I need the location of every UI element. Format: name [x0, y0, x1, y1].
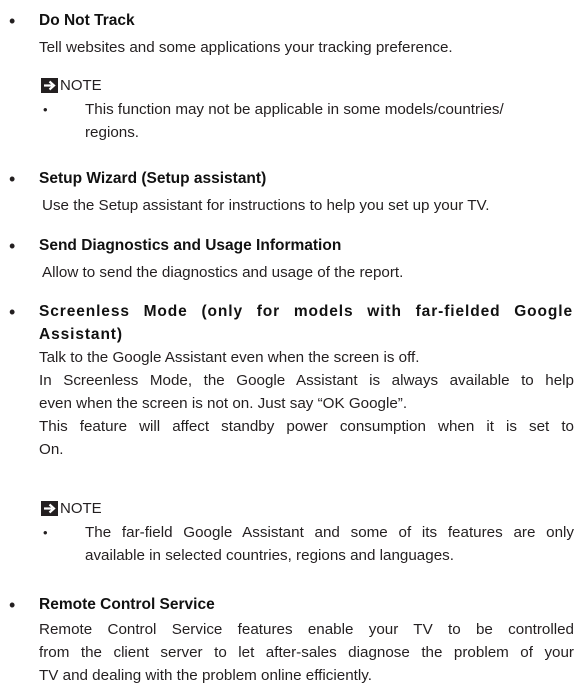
section-title: Do Not Track: [39, 12, 135, 29]
note-line: The far-field Google Assistant and some …: [85, 524, 574, 541]
section-title: Setup Wizard (Setup assistant): [39, 170, 267, 187]
note-line: This function may not be applicable in s…: [85, 101, 504, 118]
note-line: regions.: [85, 124, 140, 141]
note-heading: NOTE: [41, 77, 102, 94]
section-description: Remote Control Service features enable y…: [39, 618, 574, 687]
section-description: Use the Setup assistant for instructions…: [42, 194, 577, 217]
description-line: even when the screen is not on. Just say…: [39, 395, 408, 412]
section-title: Send Diagnostics and Usage Information: [39, 237, 342, 254]
description-line: Tell websites and some applications your…: [39, 39, 453, 56]
bullet: •: [9, 169, 16, 189]
note-line: available in selected countries, regions…: [85, 547, 454, 564]
note-bullet: •: [43, 102, 48, 117]
description-line: Allow to send the diagnostics and usage …: [42, 264, 404, 281]
section-description: Talk to the Google Assistant even when t…: [39, 346, 574, 461]
manual-page: • Do Not Track Tell websites and some ap…: [0, 0, 577, 691]
description-line: In Screenless Mode, the Google Assistant…: [39, 372, 574, 389]
bullet: •: [9, 302, 16, 322]
section-title: Remote Control Service: [39, 596, 215, 613]
section-description: Allow to send the diagnostics and usage …: [42, 261, 577, 284]
section-description: Tell websites and some applications your…: [39, 36, 574, 59]
description-line: from the client server to let after-sale…: [39, 644, 574, 661]
note-label: NOTE: [60, 500, 102, 517]
bullet: •: [9, 236, 16, 256]
description-line: Remote Control Service features enable y…: [39, 621, 574, 638]
note-heading: NOTE: [41, 500, 102, 517]
arrow-box-icon: [41, 78, 58, 93]
description-line: On.: [39, 441, 64, 458]
note-text: This function may not be applicable in s…: [85, 98, 574, 144]
section-title: Screenless Mode (only for models with fa…: [39, 300, 573, 346]
description-line: Use the Setup assistant for instructions…: [42, 197, 490, 214]
title-line: Assistant): [39, 326, 123, 343]
bullet: •: [9, 11, 16, 31]
title-line: Screenless Mode (only for models with fa…: [39, 303, 573, 320]
description-line: Talk to the Google Assistant even when t…: [39, 349, 420, 366]
bullet: •: [9, 595, 16, 615]
note-bullet: •: [43, 525, 48, 540]
description-line: This feature will affect standby power c…: [39, 418, 574, 435]
description-line: TV and dealing with the problem online e…: [39, 667, 372, 684]
arrow-box-icon: [41, 501, 58, 516]
note-label: NOTE: [60, 77, 102, 94]
note-text: The far-field Google Assistant and some …: [85, 521, 574, 567]
